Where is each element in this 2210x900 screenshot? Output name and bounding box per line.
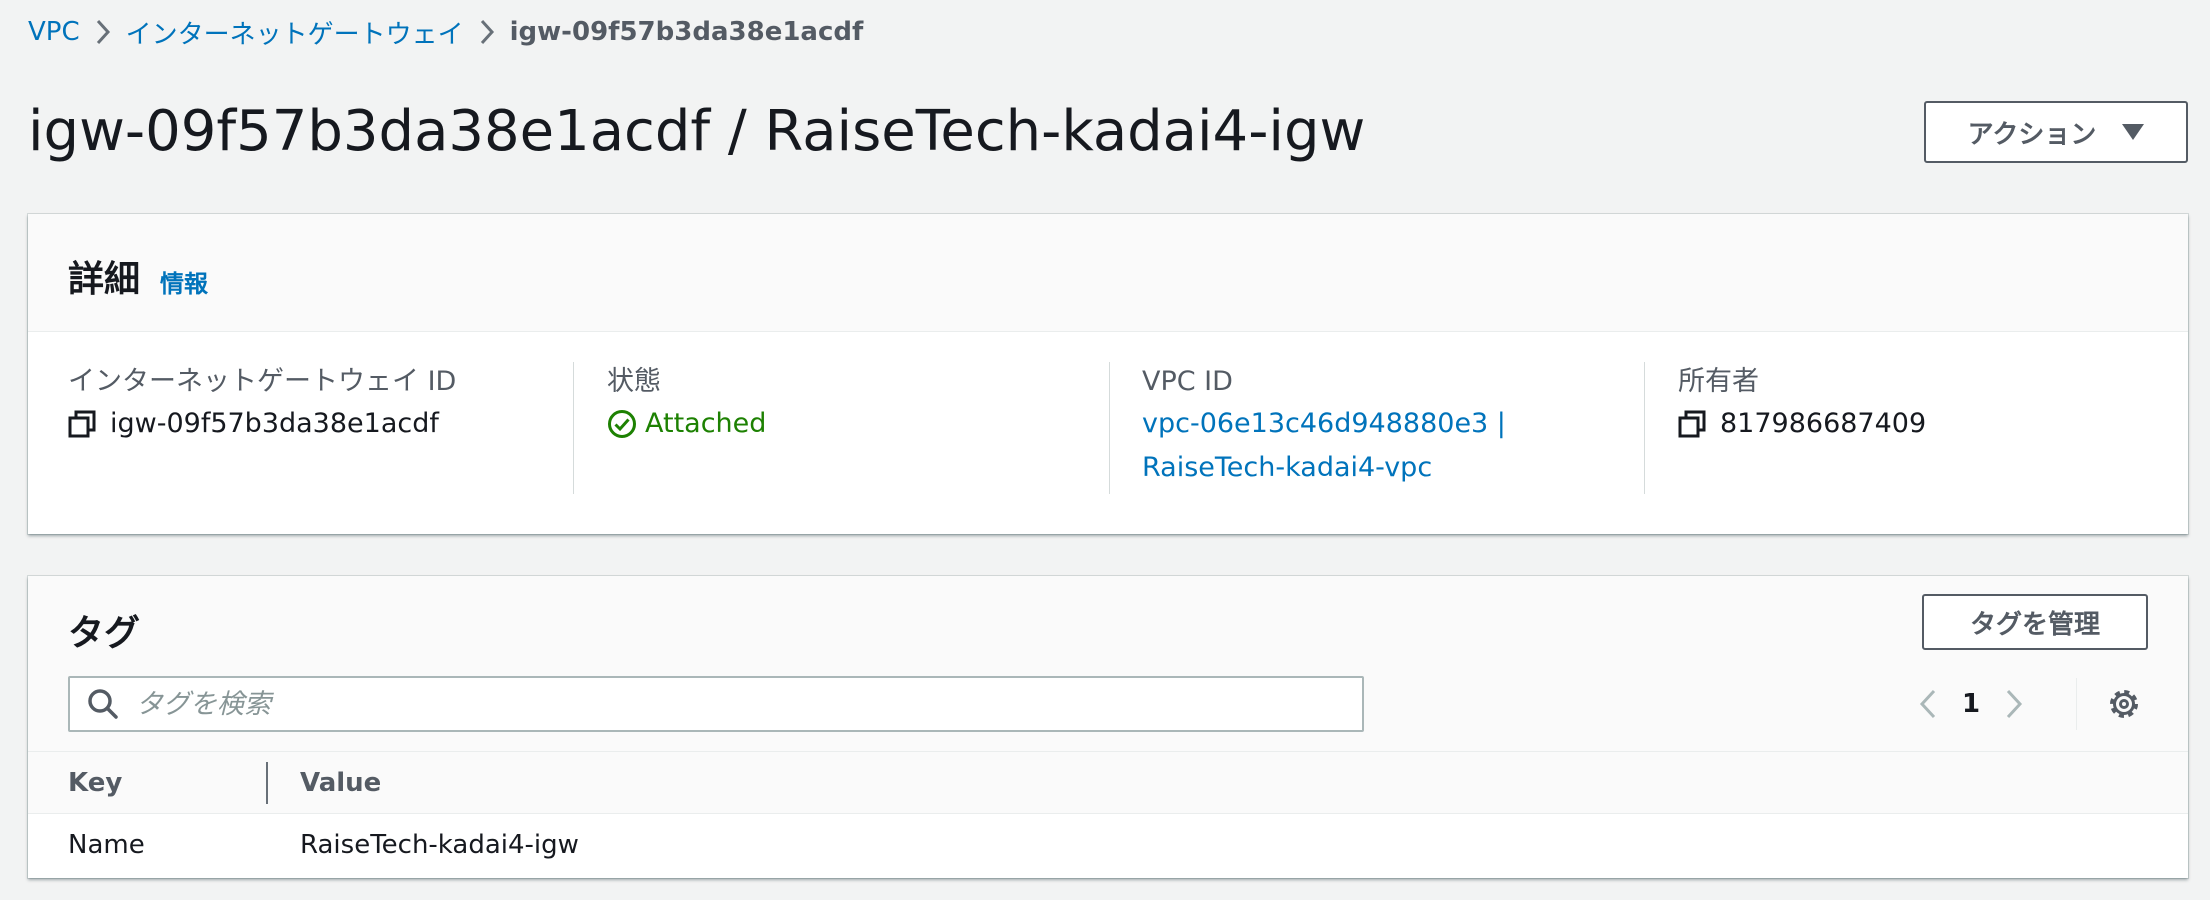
detail-vpc-id: VPC ID vpc-06e13c46d948880e3 | RaiseTech…: [1142, 362, 1632, 494]
tag-search-input[interactable]: [136, 688, 1362, 720]
detail-label: VPC ID: [1142, 366, 1233, 397]
details-title: 詳細: [68, 259, 141, 300]
search-icon: [88, 689, 118, 719]
detail-owner: 所有者 817986687409: [1678, 362, 2158, 494]
vpc-name-line: RaiseTech-kadai4-vpc: [1142, 452, 1433, 483]
copy-icon[interactable]: [68, 410, 96, 438]
detail-label: 状態: [607, 366, 661, 397]
actions-button[interactable]: アクション: [1924, 101, 2188, 163]
details-columns: インターネットゲートウェイ ID igw-09f57b3da38e1acdf 状…: [28, 332, 2188, 534]
tag-value-cell: RaiseTech-kadai4-igw: [300, 830, 579, 860]
table-row: Name RaiseTech-kadai4-igw: [28, 814, 2188, 878]
detail-value: igw-09f57b3da38e1acdf: [68, 402, 568, 446]
pager-divider: [2076, 678, 2077, 730]
tag-key-cell: Name: [68, 830, 145, 860]
state-value: Attached: [645, 408, 767, 439]
tags-panel-header: タグ タグを管理 1: [28, 576, 2188, 752]
column-divider: [1109, 362, 1110, 494]
detail-state: 状態 Attached: [607, 362, 1087, 494]
breadcrumb-link-internet-gateways[interactable]: インターネットゲートウェイ: [126, 14, 464, 51]
gear-icon[interactable]: [2104, 684, 2144, 724]
table-header: Key Value: [28, 752, 2188, 814]
chevron-right-icon: [80, 14, 126, 50]
manage-tags-button[interactable]: タグを管理: [1922, 594, 2148, 650]
check-circle-icon: [608, 410, 636, 438]
details-panel-header: 詳細 情報: [28, 214, 2188, 332]
chevron-right-icon[interactable]: [1996, 684, 2032, 724]
details-panel: 詳細 情報 インターネットゲートウェイ ID igw-09f57b3da38e1…: [28, 214, 2188, 534]
tag-search: [68, 676, 1364, 732]
column-divider: [1644, 362, 1645, 494]
caret-down-icon: [2122, 124, 2145, 140]
vpc-id-line: vpc-06e13c46d948880e3 |: [1142, 408, 1506, 439]
breadcrumb-current: igw-09f57b3da38e1acdf: [509, 17, 864, 47]
vpc-link[interactable]: vpc-06e13c46d948880e3 | RaiseTech-kadai4…: [1142, 402, 1632, 490]
tags-panel: タグ タグを管理 1 Key Value: [28, 576, 2188, 878]
actions-button-label: アクション: [1967, 118, 2097, 149]
column-divider: [573, 362, 574, 494]
detail-value: 817986687409: [1678, 402, 2158, 446]
pagination: 1: [1910, 684, 2032, 724]
igw-id-value: igw-09f57b3da38e1acdf: [110, 408, 439, 439]
column-resize-handle[interactable]: [266, 762, 268, 804]
detail-igw-id: インターネットゲートウェイ ID igw-09f57b3da38e1acdf: [68, 362, 568, 494]
column-header-value[interactable]: Value: [300, 768, 381, 798]
breadcrumb-link-vpc[interactable]: VPC: [28, 17, 80, 47]
tags-title: タグ: [68, 613, 141, 654]
detail-label: 所有者: [1678, 366, 1759, 397]
copy-icon[interactable]: [1678, 410, 1706, 438]
page-title: igw-09f57b3da38e1acdf / RaiseTech-kadai4…: [28, 99, 1366, 164]
status-badge: Attached: [607, 402, 1087, 446]
chevron-right-icon: [464, 14, 510, 50]
chevron-left-icon[interactable]: [1910, 684, 1946, 724]
detail-label: インターネットゲートウェイ ID: [68, 366, 457, 397]
info-link[interactable]: 情報: [160, 264, 208, 299]
owner-value: 817986687409: [1720, 408, 1927, 439]
column-header-key[interactable]: Key: [68, 768, 122, 798]
breadcrumb: VPC インターネットゲートウェイ igw-09f57b3da38e1acdf: [28, 14, 863, 50]
page-number[interactable]: 1: [1946, 689, 1996, 719]
